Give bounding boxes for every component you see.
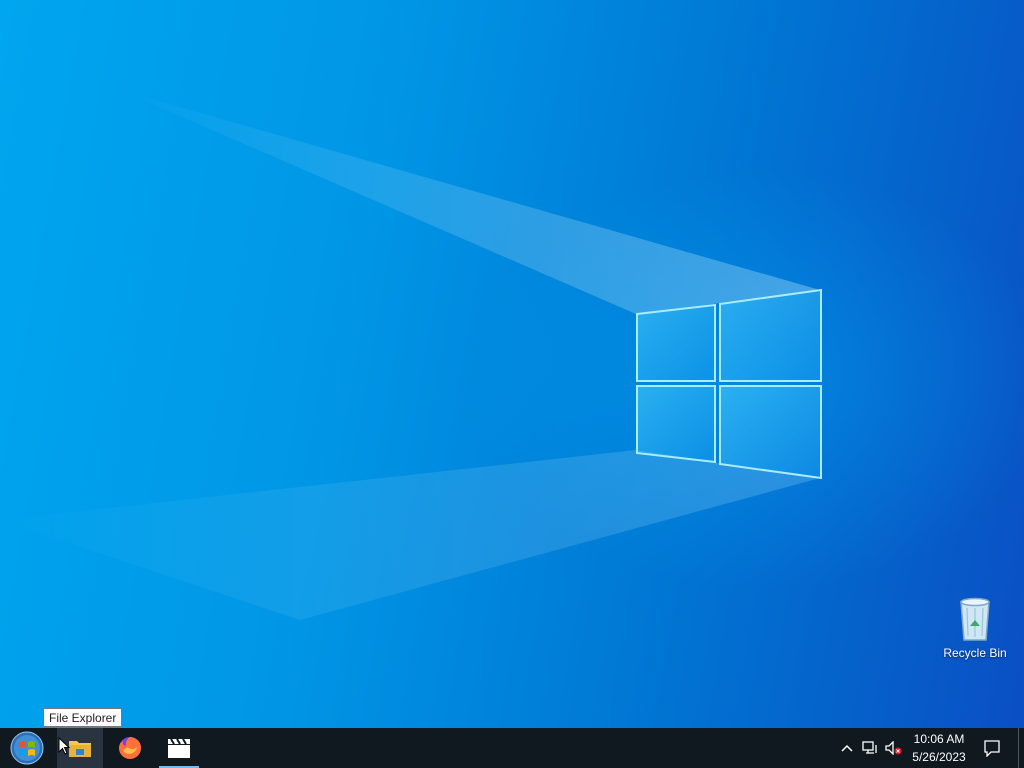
- start-button[interactable]: [4, 728, 50, 768]
- show-desktop-button[interactable]: [1018, 728, 1019, 768]
- network-icon[interactable]: [858, 741, 882, 755]
- action-center-button[interactable]: [978, 728, 1006, 768]
- taskbar-media-app[interactable]: [156, 728, 202, 768]
- mouse-cursor-icon: [58, 737, 70, 755]
- desktop-icon-recycle-bin[interactable]: Recycle Bin: [938, 596, 1012, 660]
- folder-icon: [69, 741, 91, 757]
- taskbar-clock[interactable]: 10:06 AM 5/26/2023: [906, 728, 972, 768]
- recycle-bin-icon: [960, 597, 990, 641]
- desktop-wallpaper: Recycle Bin: [0, 0, 1024, 728]
- windows-start-orb-icon: [10, 731, 44, 765]
- windows-logo: [636, 288, 822, 480]
- firefox-icon: [119, 737, 141, 759]
- volume-muted-icon[interactable]: [882, 741, 906, 755]
- action-center-icon: [984, 740, 1000, 757]
- tooltip: File Explorer: [43, 708, 123, 727]
- clock-date: 5/26/2023: [912, 750, 966, 764]
- system-tray: [836, 728, 906, 768]
- clapperboard-icon: [168, 738, 190, 758]
- taskbar-firefox[interactable]: [107, 728, 153, 768]
- clock-time: 10:06 AM: [913, 732, 965, 746]
- taskbar: 10:06 AM 5/26/2023: [0, 728, 1024, 768]
- desktop-icon-label: Recycle Bin: [943, 646, 1007, 660]
- chevron-up-icon[interactable]: [836, 744, 858, 752]
